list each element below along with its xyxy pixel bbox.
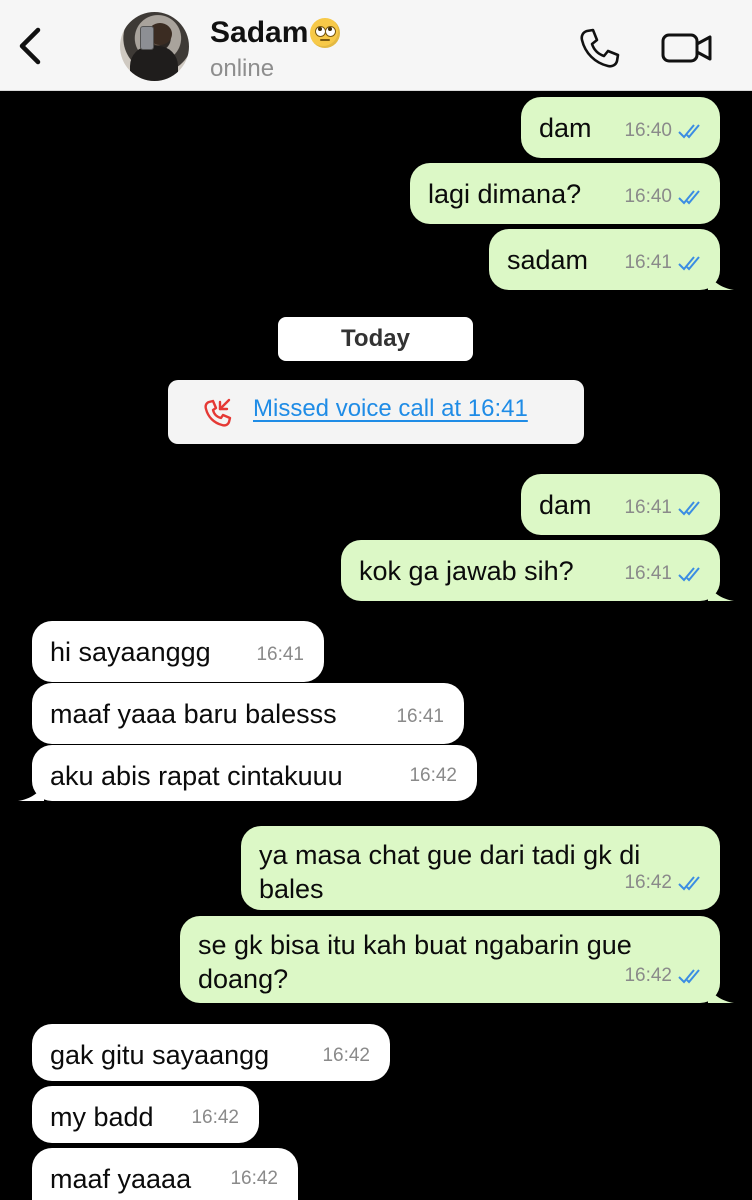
bubble-tail: [708, 583, 734, 601]
message-time: 16:42: [191, 1107, 239, 1128]
outgoing-message[interactable]: dam 16:41: [521, 474, 720, 535]
incoming-message[interactable]: my badd 16:42: [32, 1086, 259, 1143]
message-time: 16:41: [256, 644, 304, 665]
back-chevron-icon[interactable]: [14, 26, 48, 66]
double-check-read-icon: [678, 969, 700, 984]
video-call-icon[interactable]: [660, 28, 714, 68]
message-time: 16:41: [624, 497, 672, 518]
message-time: 16:41: [624, 563, 672, 584]
outgoing-message[interactable]: ya masa chat gue dari tadi gk di bales 1…: [241, 826, 720, 910]
message-time: 16:42: [230, 1168, 278, 1189]
outgoing-message[interactable]: dam 16:40: [521, 97, 720, 158]
contact-name-text: Sadam: [210, 16, 309, 49]
avatar-figure-body: [130, 46, 178, 81]
message-meta: 16:41: [256, 638, 304, 672]
date-separator: Today: [278, 317, 473, 361]
message-time: 16:42: [409, 765, 457, 786]
outgoing-message[interactable]: se gk bisa itu kah buat ngabarin gue doa…: [180, 916, 734, 1003]
incoming-message[interactable]: hi sayaanggg 16:41: [32, 621, 324, 682]
message-meta: 16:41: [624, 491, 706, 525]
incoming-message[interactable]: aku abis rapat cintakuuu 16:42: [18, 745, 477, 801]
message-text: se gk bisa itu kah buat ngabarin gue: [198, 930, 632, 960]
incoming-message[interactable]: gak gitu sayaangg 16:42: [32, 1024, 390, 1081]
avatar[interactable]: [120, 12, 189, 81]
double-check-read-icon: [678, 876, 700, 891]
message-meta: 16:41: [624, 246, 706, 280]
outgoing-message[interactable]: lagi dimana? 16:40: [410, 163, 720, 224]
message-meta: 16:42: [409, 759, 457, 793]
message-meta: 16:40: [624, 114, 706, 148]
message-meta: 16:41: [624, 557, 706, 591]
phone-call-icon[interactable]: [578, 26, 622, 70]
missed-call-notice[interactable]: Missed voice call at 16:41: [168, 380, 584, 444]
avatar-figure-phone: [140, 26, 154, 50]
double-check-read-icon: [678, 190, 700, 205]
bubble-tail: [708, 985, 734, 1003]
outgoing-message[interactable]: sadam 16:41: [489, 229, 734, 290]
missed-call-icon: [204, 398, 232, 427]
message-meta: 16:42: [322, 1039, 370, 1073]
message-time: 16:40: [624, 120, 672, 141]
chat-header: Sadam online: [0, 0, 752, 91]
double-check-read-icon: [678, 567, 700, 582]
bubble-tail: [708, 272, 734, 290]
message-time: 16:41: [624, 252, 672, 273]
double-check-read-icon: [678, 501, 700, 516]
message-time: 16:41: [396, 706, 444, 727]
incoming-message[interactable]: maaf yaaaa 16:42: [32, 1148, 298, 1200]
message-time: 16:42: [624, 872, 672, 893]
message-time: 16:42: [322, 1045, 370, 1066]
message-time: 16:42: [624, 965, 672, 986]
double-check-read-icon: [678, 124, 700, 139]
message-meta: 16:42: [230, 1162, 278, 1196]
message-meta: 16:41: [396, 700, 444, 734]
contact-status: online: [210, 55, 275, 82]
contact-name[interactable]: Sadam: [210, 16, 341, 50]
outgoing-message[interactable]: kok ga jawab sih? 16:41: [341, 540, 734, 601]
message-meta: 16:42: [624, 866, 706, 900]
incoming-message[interactable]: maaf yaaa baru balesss 16:41: [32, 683, 464, 744]
missed-call-link[interactable]: Missed voice call at 16:41: [253, 395, 528, 423]
rolling-eyes-emoji-icon: [310, 18, 341, 48]
message-meta: 16:42: [624, 959, 706, 993]
bubble-tail: [18, 783, 44, 801]
message-meta: 16:42: [191, 1101, 239, 1135]
double-check-read-icon: [678, 256, 700, 271]
message-time: 16:40: [624, 186, 672, 207]
message-meta: 16:40: [624, 180, 706, 214]
